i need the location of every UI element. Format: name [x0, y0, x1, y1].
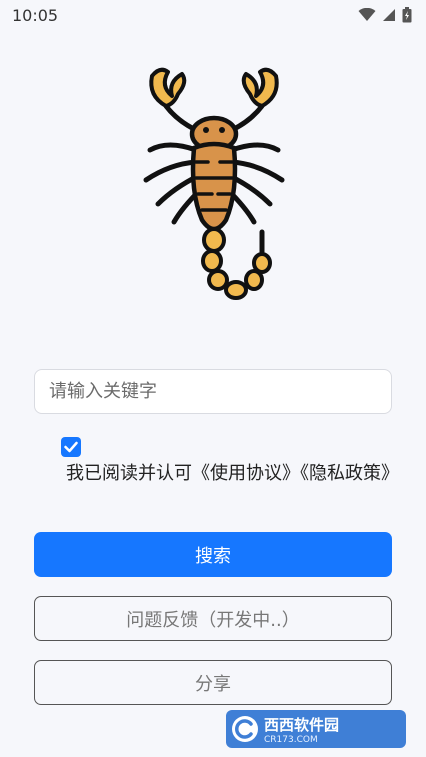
- search-input[interactable]: [49, 381, 377, 402]
- status-icons: [358, 7, 412, 23]
- battery-icon: [402, 7, 412, 23]
- agreement-text[interactable]: 我已阅读并认可《使用协议》《隐私政策》: [66, 460, 399, 487]
- checkmark-icon: [64, 441, 78, 453]
- watermark-sub: CR173.COM: [264, 734, 318, 745]
- search-box[interactable]: [34, 369, 392, 414]
- watermark-logo: 西西软件园 CR173.COM: [226, 710, 406, 748]
- feedback-button[interactable]: 问题反馈（开发中..）: [34, 596, 392, 641]
- share-button[interactable]: 分享: [34, 660, 392, 705]
- watermark-title: 西西软件园: [264, 715, 340, 734]
- scorpion-logo: [138, 62, 290, 307]
- wifi-icon: [358, 8, 376, 21]
- status-bar: 10:05: [0, 0, 426, 30]
- signal-icon: [383, 9, 395, 21]
- agree-checkbox[interactable]: [61, 437, 81, 457]
- search-button[interactable]: 搜索: [34, 532, 392, 577]
- scorpion-icon: [143, 67, 285, 300]
- status-time: 10:05: [12, 5, 59, 25]
- watermark-icon: [232, 716, 258, 742]
- watermark-text: 西西软件园 CR173.COM: [264, 714, 339, 745]
